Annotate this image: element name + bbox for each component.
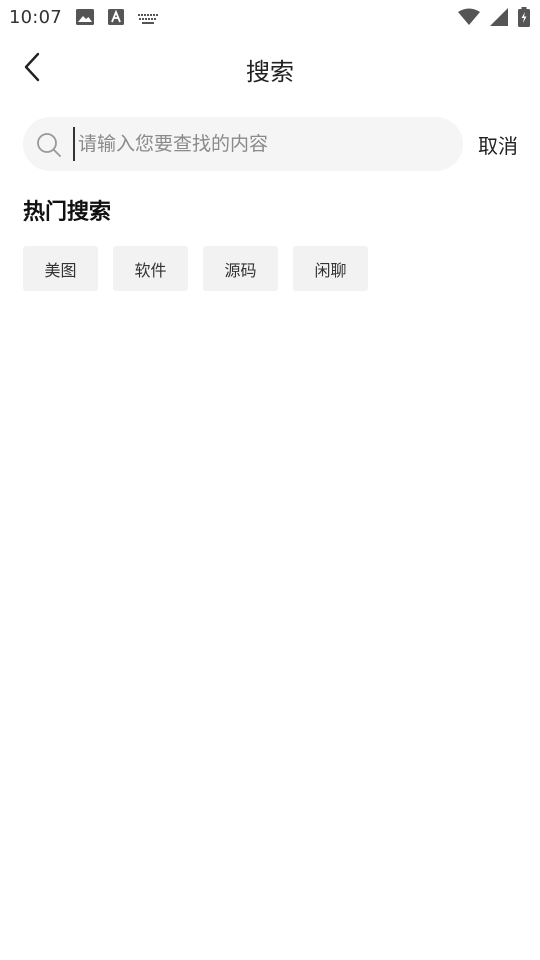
hot-search-tag[interactable]: 闲聊 (293, 246, 368, 291)
status-time: 10:07 (9, 7, 62, 28)
status-bar: 10:07 (0, 0, 540, 34)
hot-search-tag[interactable]: 源码 (203, 246, 278, 291)
search-icon (35, 131, 63, 159)
cell-signal-icon (490, 8, 508, 30)
search-row: 取消 (23, 117, 523, 171)
app-bar: 搜索 (0, 34, 540, 104)
hot-search-tag[interactable]: 美图 (23, 246, 98, 291)
image-icon (76, 9, 94, 29)
wifi-icon (458, 8, 480, 30)
search-input[interactable] (73, 127, 443, 161)
status-icons-right (458, 7, 530, 31)
status-icons-left (76, 9, 158, 29)
hot-search-tag[interactable]: 软件 (113, 246, 188, 291)
keyboard-icon (138, 10, 158, 29)
search-box (23, 117, 463, 171)
hot-search-title: 热门搜索 (23, 200, 112, 225)
cancel-button[interactable]: 取消 (478, 130, 518, 159)
battery-charging-icon (518, 7, 530, 31)
page-title: 搜索 (246, 58, 294, 86)
text-a-icon (108, 9, 124, 29)
hot-search-tags: 美图 软件 源码 闲聊 (23, 246, 368, 291)
